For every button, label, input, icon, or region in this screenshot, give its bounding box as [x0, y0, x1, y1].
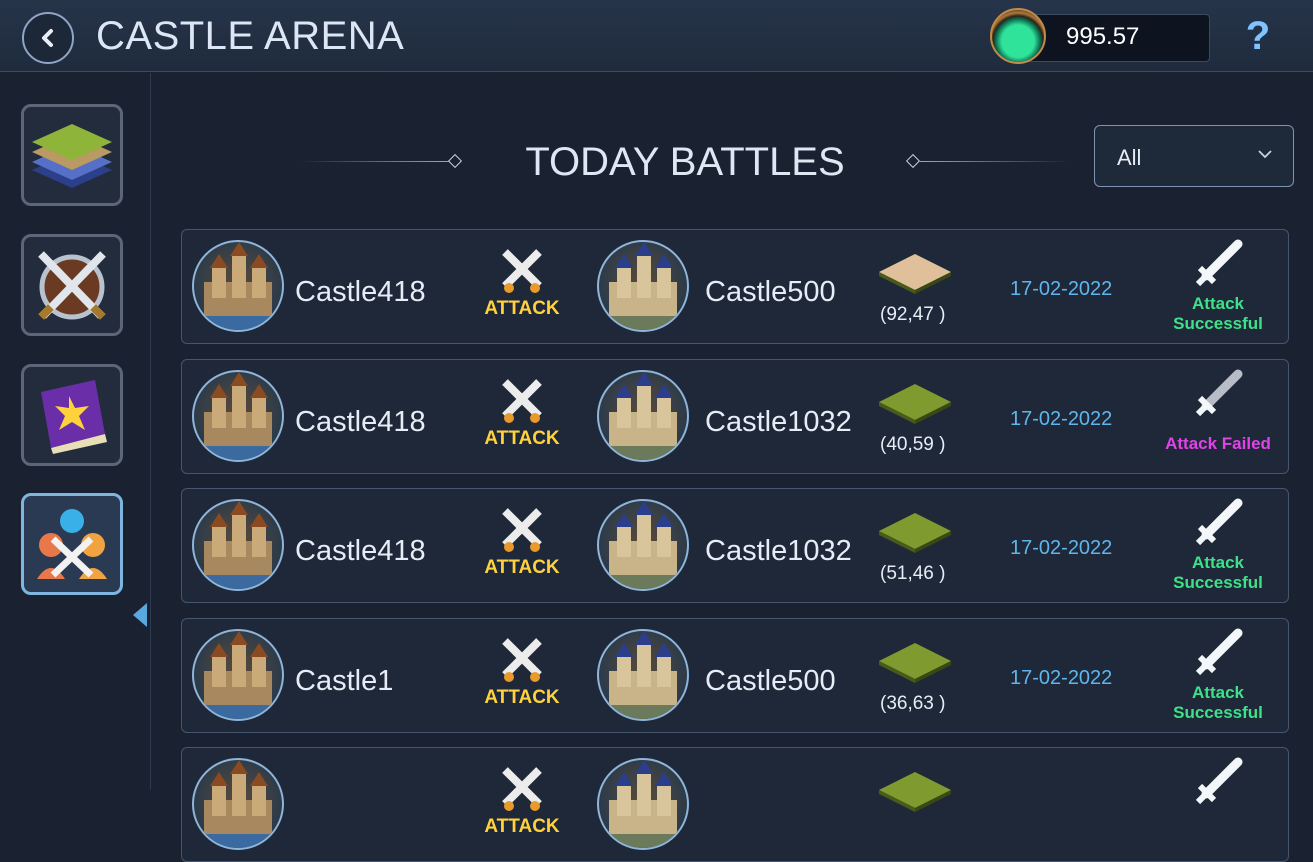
land-tile-icon: [879, 513, 951, 553]
sword-icon: [1195, 757, 1243, 805]
battle-row[interactable]: Castle1 ATTACK Castle500 (36,63) 17-02-…: [181, 617, 1289, 733]
balance-value: 995.57: [1066, 23, 1140, 50]
tile-coordinates: (92,47 ): [880, 304, 946, 325]
castle-icon: [194, 760, 282, 848]
chevron-down-icon: [1258, 150, 1272, 159]
land-tile-icon: [879, 642, 951, 683]
battle-date: 17-02-2022: [1010, 666, 1113, 689]
top-bar: CASTLE ARENA 995.57 ?: [0, 0, 1313, 72]
battle-row[interactable]: Castle418 ATTACK Castle1032: [181, 488, 1289, 603]
defender-name: Castle1032: [705, 405, 852, 438]
attack-indicator: ATTACK: [477, 376, 567, 456]
attacker-castle-avatar: [192, 240, 284, 332]
attacker-name: Castle418: [295, 405, 426, 438]
map-layers-icon: [32, 124, 112, 188]
defender-castle-avatar: [597, 499, 689, 591]
attacker-castle-avatar: [192, 499, 284, 591]
attack-label: ATTACK: [484, 427, 560, 449]
attacker-castle-avatar: [192, 369, 284, 462]
back-button[interactable]: [22, 12, 74, 64]
defender-name: Castle500: [705, 276, 836, 308]
section-title: TODAY BATTLES: [525, 140, 845, 184]
chevron-left-icon: [42, 29, 53, 47]
balance-display: 995.57: [990, 8, 1212, 64]
castle-icon: [599, 501, 687, 589]
attacker-name: Castle418: [295, 535, 426, 567]
castle-icon: [194, 371, 282, 460]
filter-selected-value: All: [1117, 145, 1142, 170]
castle-icon: [599, 242, 687, 330]
attack-indicator: ATTACK: [477, 764, 567, 844]
attack-indicator: ATTACK: [477, 246, 567, 326]
attacker-name: Castle1: [295, 664, 394, 697]
sidebar-item-map-layers[interactable]: [21, 104, 123, 206]
castle-icon: [599, 630, 687, 719]
battle-row[interactable]: Castle418 ATTACK Castle1032: [181, 358, 1289, 474]
shield-swords-icon: [38, 251, 106, 320]
players-battle-icon: [37, 509, 107, 579]
castle-icon: [194, 630, 282, 719]
attacker-name: Castle418: [295, 276, 426, 308]
battle-result: Attack Successful: [1173, 294, 1263, 333]
crossed-swords-icon: [502, 767, 542, 811]
castle-icon: [599, 760, 687, 848]
defender-name: Castle1032: [705, 535, 852, 567]
sidebar: [0, 73, 151, 790]
attack-label: ATTACK: [484, 557, 560, 578]
defender-castle-avatar: [597, 758, 689, 850]
battle-result: Attack Failed: [1165, 433, 1271, 453]
battle-row[interactable]: Castle418 ATTACK Castle500 (92,47) 17-0…: [181, 229, 1289, 344]
tile-coordinates: (51,46 ): [880, 563, 946, 584]
castle-icon: [194, 501, 282, 589]
defender-name: Castle500: [705, 664, 836, 697]
battle-result: Attack Successful: [1173, 553, 1263, 592]
sidebar-item-players-battle[interactable]: [21, 493, 123, 595]
crossed-swords-icon: [502, 508, 542, 552]
sidebar-item-spell-book[interactable]: [21, 364, 123, 466]
tile-coordinates: (36,63 ): [880, 692, 946, 714]
sword-icon: [1195, 498, 1243, 546]
sword-icon: [1195, 628, 1243, 675]
battle-row[interactable]: ATTACK: [181, 747, 1289, 862]
mana-orb-icon: [990, 8, 1046, 64]
crossed-swords-icon: [502, 637, 542, 682]
attack-label: ATTACK: [484, 686, 560, 708]
attack-label: ATTACK: [484, 816, 560, 837]
battle-date: 17-02-2022: [1010, 537, 1113, 559]
castle-icon: [599, 371, 687, 460]
defender-castle-avatar: [597, 240, 689, 332]
battle-filter-select[interactable]: All: [1094, 125, 1294, 187]
sidebar-item-battle[interactable]: [21, 234, 123, 336]
help-button[interactable]: ?: [1240, 12, 1276, 60]
attacker-castle-avatar: [192, 758, 284, 850]
crossed-swords-icon: [502, 378, 542, 423]
crossed-swords-icon: [502, 249, 542, 293]
battle-result: Attack Successful: [1173, 682, 1263, 722]
attacker-castle-avatar: [192, 628, 284, 721]
page-title: CASTLE ARENA: [96, 14, 405, 58]
sword-icon: [1195, 239, 1243, 287]
land-tile-icon: [879, 383, 951, 424]
attack-label: ATTACK: [484, 298, 560, 319]
spell-book-icon: [41, 380, 107, 454]
castle-icon: [194, 242, 282, 330]
land-tile-icon: [879, 254, 951, 294]
defender-castle-avatar: [597, 628, 689, 721]
battle-date: 17-02-2022: [1010, 407, 1113, 430]
sword-icon: [1195, 369, 1243, 416]
attack-indicator: ATTACK: [477, 635, 567, 715]
tile-coordinates: (40,59 ): [880, 433, 946, 455]
active-indicator-arrow: [133, 603, 147, 627]
defender-castle-avatar: [597, 369, 689, 462]
attack-indicator: ATTACK: [477, 505, 567, 585]
section-heading: TODAY BATTLES: [300, 140, 1070, 184]
land-tile-icon: [879, 772, 951, 812]
battle-date: 17-02-2022: [1010, 278, 1113, 300]
